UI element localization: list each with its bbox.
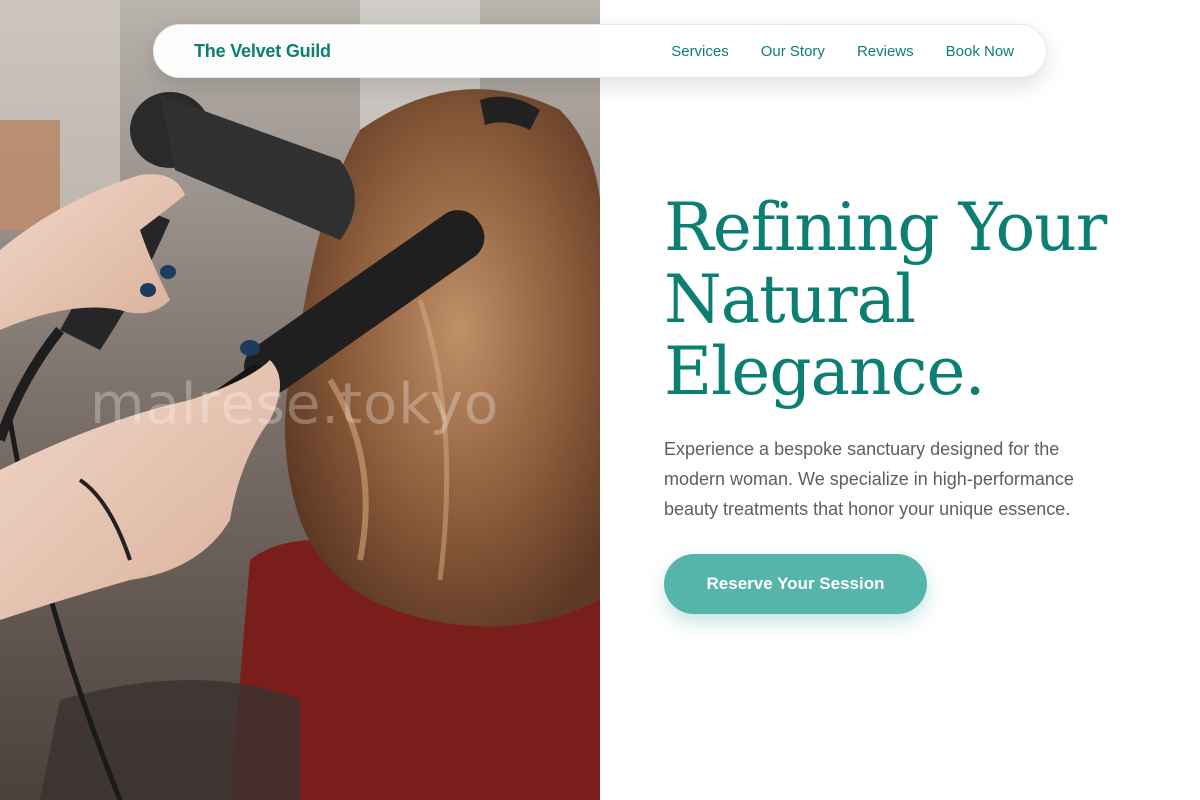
hero-title-line-1: Refining Your	[664, 189, 1107, 266]
nav-links: Services Our Story Reviews Book Now	[671, 43, 1014, 60]
photo-watermark: malrese.tokyo	[90, 372, 500, 437]
hero-title: Refining Your Natural Elegance.	[664, 192, 1164, 408]
nav-link-book-now[interactable]: Book Now	[946, 43, 1014, 60]
nav-link-services[interactable]: Services	[671, 43, 729, 60]
top-navigation: The Velvet Guild Services Our Story Revi…	[153, 24, 1047, 78]
hero-section: Refining Your Natural Elegance. Experien…	[664, 192, 1164, 614]
landing-page: malrese.tokyo The Velvet Guild Services …	[0, 0, 1200, 800]
hero-description: Experience a bespoke sanctuary designed …	[664, 439, 1074, 519]
nav-link-reviews[interactable]: Reviews	[857, 43, 914, 60]
hero-title-line-3: Elegance.	[664, 333, 985, 410]
reserve-session-button[interactable]: Reserve Your Session	[664, 554, 927, 614]
hero-title-line-2: Natural	[664, 261, 916, 338]
nav-link-our-story[interactable]: Our Story	[761, 43, 825, 60]
brand-logo[interactable]: The Velvet Guild	[194, 41, 331, 62]
hero-photo: malrese.tokyo	[0, 0, 600, 800]
